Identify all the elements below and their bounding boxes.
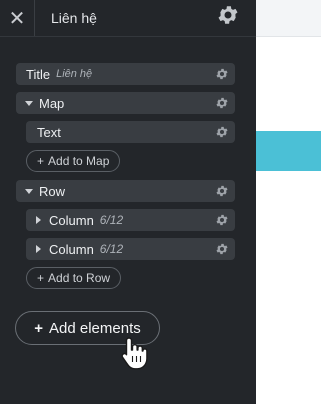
tree-item-sublabel: Liên hệ	[56, 68, 93, 80]
tree-item-label: Title	[26, 66, 51, 82]
gear-icon[interactable]	[215, 96, 229, 110]
tree-item-label: Row	[39, 183, 66, 199]
add-to-map-label: Add to Map	[48, 154, 110, 168]
gear-icon[interactable]	[216, 3, 240, 27]
tree-item-text[interactable]: Text	[26, 121, 235, 143]
plus-icon: +	[34, 319, 44, 337]
tree-item-title[interactable]: Title Liên hệ	[16, 63, 235, 85]
add-to-row-button[interactable]: + Add to Row	[26, 267, 122, 289]
tree-item-row[interactable]: Row	[16, 180, 235, 202]
caret-right-icon[interactable]	[36, 245, 41, 253]
preview-cyan-block	[256, 131, 321, 171]
gear-icon[interactable]	[215, 184, 229, 198]
close-button[interactable]: ✕	[0, 0, 35, 36]
preview-topbar	[256, 0, 321, 37]
gear-icon[interactable]	[215, 125, 229, 139]
gear-icon[interactable]	[215, 213, 229, 227]
panel-title: Liên hệ	[51, 10, 97, 26]
tree-item-label: Map	[39, 95, 65, 111]
plus-icon: +	[37, 154, 45, 168]
caret-right-icon[interactable]	[36, 216, 41, 224]
tree-item-label: Column	[49, 241, 94, 257]
column-width-label: 6/12	[99, 242, 124, 256]
tree-item-label: Text	[37, 124, 61, 140]
caret-down-icon[interactable]	[25, 100, 33, 106]
gear-icon[interactable]	[215, 67, 229, 81]
add-to-row-label: Add to Row	[48, 271, 111, 285]
tree-item-column[interactable]: Column 6/12	[26, 238, 235, 260]
tree-item-label: Column	[49, 212, 94, 228]
plus-icon: +	[37, 271, 45, 285]
builder-panel: ✕ Liên hệ Title Liên hệ Map Text + Add t…	[0, 0, 256, 404]
tree-item-map[interactable]: Map	[16, 92, 235, 114]
panel-header: ✕ Liên hệ	[0, 0, 256, 37]
close-icon: ✕	[8, 7, 26, 30]
hand-cursor-icon	[121, 337, 148, 370]
tree-item-column[interactable]: Column 6/12	[26, 209, 235, 231]
column-width-label: 6/12	[99, 213, 124, 227]
add-to-map-button[interactable]: + Add to Map	[26, 150, 121, 172]
gear-icon[interactable]	[215, 242, 229, 256]
caret-down-icon[interactable]	[25, 188, 33, 194]
add-elements-label: Add elements	[49, 319, 141, 337]
